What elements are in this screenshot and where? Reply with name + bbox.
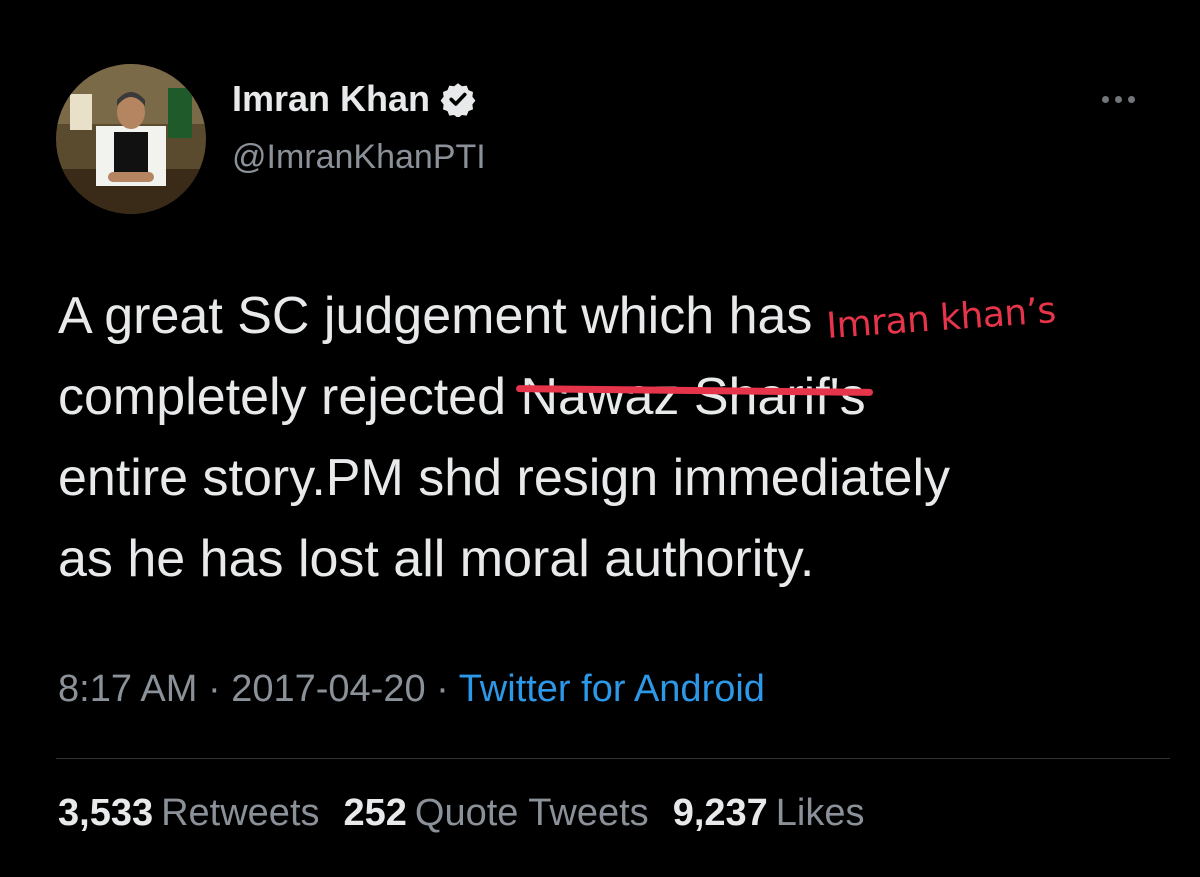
retweets-count: 3,533: [58, 792, 154, 834]
avatar-photo: [56, 64, 206, 214]
divider: [56, 758, 1170, 759]
author-display-name[interactable]: Imran Khan: [232, 78, 430, 120]
tweet-source-link[interactable]: Twitter for Android: [459, 668, 765, 710]
tweet-line: entire story.PM shd resign immediately: [58, 449, 951, 507]
likes-count: 9,237: [672, 792, 768, 834]
quote-tweets-stat[interactable]: 252 Quote Tweets: [344, 792, 649, 835]
meta-separator: ·: [425, 668, 459, 710]
author-handle[interactable]: @ImranKhanPTI: [232, 138, 486, 177]
tweet-line: completely rejected Nawaz Sharif's: [58, 357, 1158, 438]
meta-separator: ·: [197, 668, 232, 710]
verified-badge-icon: [440, 83, 476, 117]
likes-stat[interactable]: 9,237 Likes: [673, 792, 865, 835]
tweet-stats: 3,533 Retweets 252 Quote Tweets 9,237 Likes: [58, 792, 865, 835]
author-name-row: Imran Khan: [232, 78, 476, 120]
more-dot: [1102, 96, 1109, 103]
tweet-time[interactable]: 8:17 AM: [58, 668, 197, 710]
tweet-line: as he has lost all moral authority.: [58, 530, 815, 588]
retweets-label: Retweets: [161, 792, 320, 834]
tweet-meta: 8:17 AM · 2017-04-20 · Twitter for Andro…: [58, 668, 765, 711]
struck-text-label: Nawaz Sharif's: [520, 368, 866, 426]
more-options-icon[interactable]: [1098, 92, 1139, 107]
tweet-date[interactable]: 2017-04-20: [231, 668, 425, 710]
retweets-stat[interactable]: 3,533 Retweets: [58, 792, 320, 835]
likes-label: Likes: [775, 792, 865, 834]
tweet-line-text: completely rejected: [58, 368, 521, 426]
struck-text: Nawaz Sharif's: [516, 357, 874, 438]
more-dot: [1115, 96, 1122, 103]
quote-tweets-count: 252: [343, 792, 407, 834]
avatar[interactable]: [56, 64, 206, 214]
quote-tweets-label: Quote Tweets: [414, 792, 649, 834]
more-dot: [1128, 96, 1135, 103]
